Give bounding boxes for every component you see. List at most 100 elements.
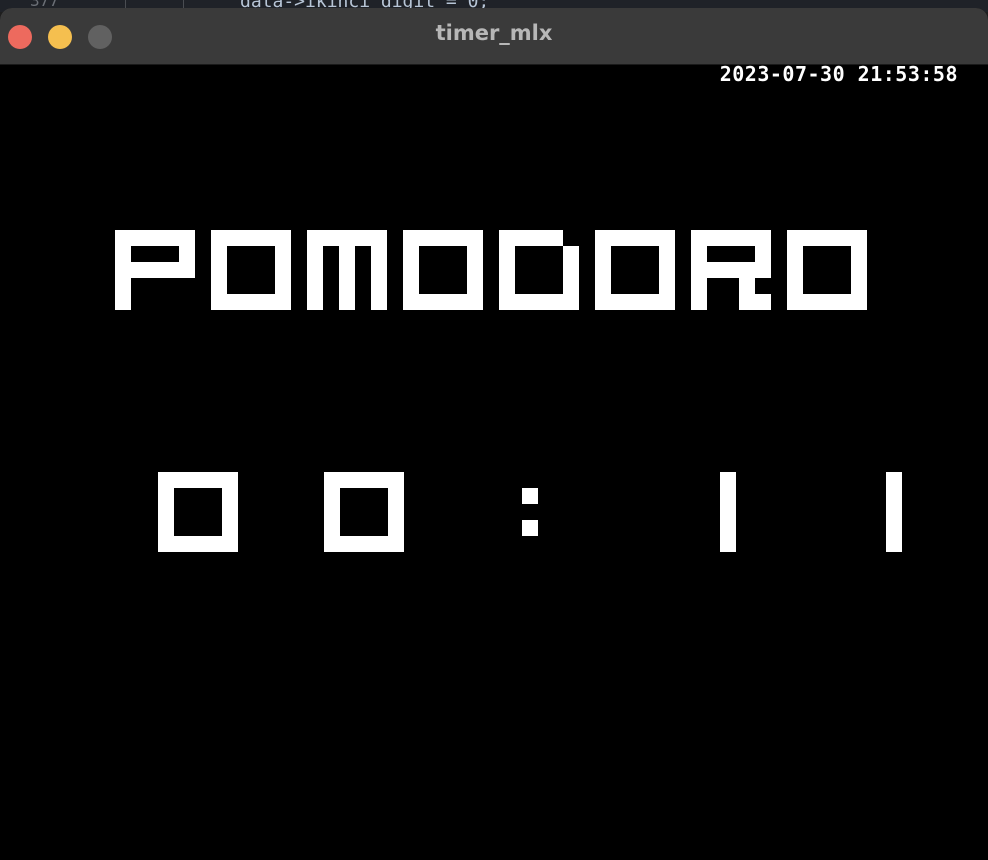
timer-digit-1 <box>886 472 902 552</box>
pixel <box>563 262 579 278</box>
pixel <box>467 246 483 262</box>
pixel <box>211 262 227 278</box>
pixel <box>115 262 131 278</box>
heading-letter-p <box>115 230 195 310</box>
canvas-area: 2023-07-30 21:53:58 POMODORO 00 : 11 <box>0 62 988 860</box>
pixel <box>563 278 579 294</box>
pixel <box>499 262 515 278</box>
heading-letter-d <box>499 230 579 310</box>
pixel <box>324 488 340 504</box>
pixel <box>659 278 675 294</box>
pixel <box>163 262 179 278</box>
pixel <box>659 294 675 310</box>
pixel <box>227 230 243 246</box>
window-title: timer_mlx <box>435 21 553 45</box>
pixel <box>371 262 387 278</box>
pixel <box>403 230 419 246</box>
pixel <box>595 294 611 310</box>
pixel <box>886 488 902 504</box>
pixel <box>691 230 707 246</box>
pixel <box>499 230 515 246</box>
pixel <box>158 488 174 504</box>
pixel <box>643 230 659 246</box>
pixel <box>723 262 739 278</box>
pixel <box>371 246 387 262</box>
pixel <box>720 520 736 536</box>
pixel <box>499 246 515 262</box>
heading-letter-r <box>691 230 771 310</box>
pixel <box>340 536 356 552</box>
heading-letter-m <box>307 230 387 310</box>
pixel <box>707 262 723 278</box>
pixel <box>307 278 323 294</box>
pixel <box>355 230 371 246</box>
pixel <box>499 278 515 294</box>
pixel <box>131 230 147 246</box>
pixel <box>595 262 611 278</box>
pixel <box>179 246 195 262</box>
pixel <box>174 472 190 488</box>
pixel <box>356 472 372 488</box>
app-window: timer_mlx 2023-07-30 21:53:58 POMODORO 0… <box>0 8 988 860</box>
heading-letter-o <box>595 230 675 310</box>
pixel <box>886 472 902 488</box>
pixel <box>435 230 451 246</box>
pixel <box>467 230 483 246</box>
pixel <box>158 520 174 536</box>
pixel <box>691 278 707 294</box>
pixel <box>174 536 190 552</box>
pixel <box>324 472 340 488</box>
pixel <box>339 230 355 246</box>
pixel <box>499 294 515 310</box>
pixel <box>388 536 404 552</box>
pixel <box>851 262 867 278</box>
pixel <box>222 504 238 520</box>
pixel <box>115 294 131 310</box>
pixel <box>595 246 611 262</box>
pixel <box>835 230 851 246</box>
title-bar[interactable]: timer_mlx <box>0 8 988 65</box>
pixel <box>275 246 291 262</box>
pixel <box>307 294 323 310</box>
pixel <box>163 230 179 246</box>
pixel <box>403 278 419 294</box>
pixel <box>323 230 339 246</box>
pixel <box>739 278 755 294</box>
pixel <box>723 230 739 246</box>
pixel <box>691 246 707 262</box>
pixel <box>851 230 867 246</box>
heading-letter-o <box>211 230 291 310</box>
pixel <box>388 504 404 520</box>
pixel <box>803 294 819 310</box>
pixel <box>372 536 388 552</box>
pixel <box>275 294 291 310</box>
pixel <box>206 472 222 488</box>
pixel <box>403 294 419 310</box>
pixel <box>222 520 238 536</box>
pixel <box>803 230 819 246</box>
pixel <box>691 262 707 278</box>
pixel <box>115 246 131 262</box>
timer-separator <box>522 488 538 536</box>
pixel <box>659 246 675 262</box>
pixel <box>787 262 803 278</box>
pixel <box>388 472 404 488</box>
pixel <box>403 262 419 278</box>
pixel <box>755 262 771 278</box>
pixel <box>435 294 451 310</box>
pixel <box>419 230 435 246</box>
pixel <box>275 230 291 246</box>
pixel <box>851 278 867 294</box>
pixel <box>324 504 340 520</box>
pixel <box>547 294 563 310</box>
pixel <box>755 294 771 310</box>
pixel <box>131 262 147 278</box>
pixel <box>627 230 643 246</box>
pixel <box>259 294 275 310</box>
pixel <box>211 278 227 294</box>
pixel <box>403 246 419 262</box>
pixel <box>851 246 867 262</box>
pixel <box>222 536 238 552</box>
pixel <box>179 262 195 278</box>
pixel <box>222 472 238 488</box>
